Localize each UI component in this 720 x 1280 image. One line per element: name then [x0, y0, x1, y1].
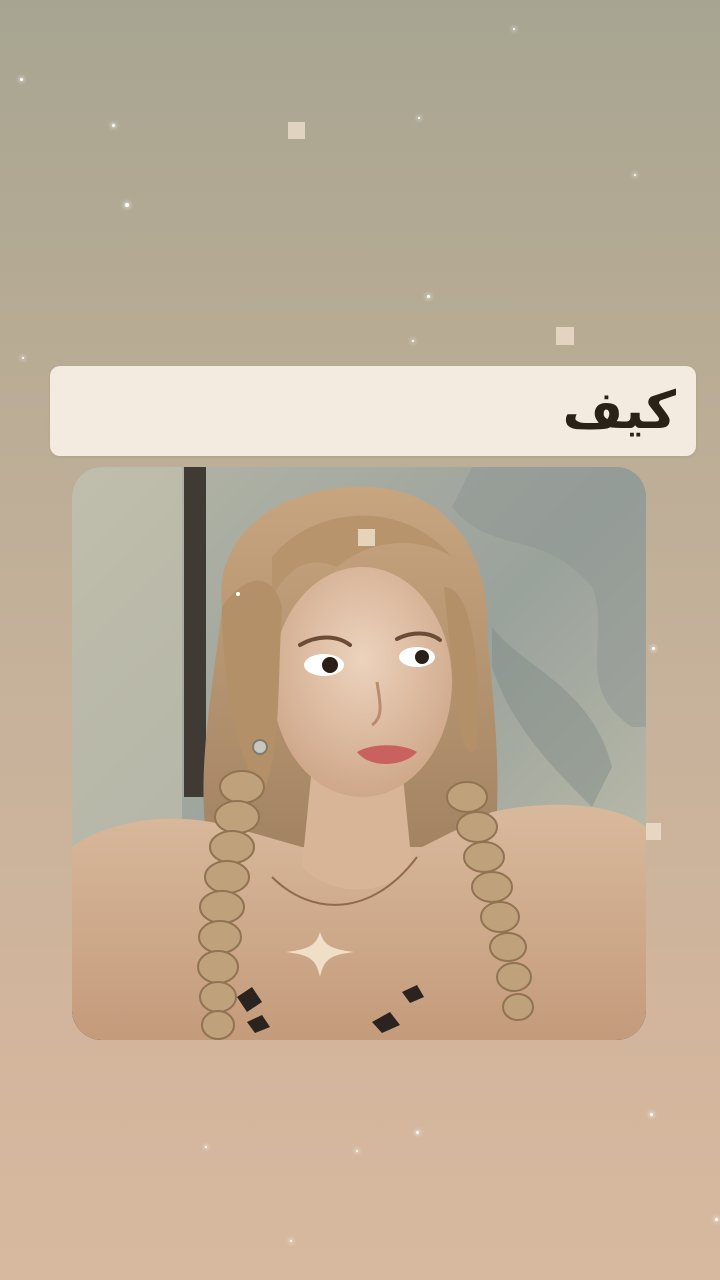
sparkle-icon: [205, 1146, 207, 1148]
floating-square-icon: [288, 122, 305, 139]
sparkle-icon: [412, 340, 414, 342]
sparkle-icon: [20, 78, 23, 81]
sparkle-icon: [652, 647, 655, 650]
sparkle-icon: [290, 1240, 292, 1242]
sparkle-icon: [112, 124, 115, 127]
sparkle-icon: [634, 174, 636, 176]
sparkle-icon: [513, 28, 515, 30]
caption-text: كيف: [562, 381, 676, 441]
portrait-photo: [72, 467, 646, 1040]
sparkle-icon: [356, 1150, 358, 1152]
floating-square-icon: [644, 823, 661, 840]
portrait-illustration: [72, 467, 646, 1040]
sparkle-icon: [418, 117, 420, 119]
sparkle-icon: [715, 1218, 718, 1221]
caption-bar: كيف: [50, 366, 696, 456]
sparkle-icon: [416, 1131, 419, 1134]
floating-square-icon: [556, 327, 574, 345]
sparkle-icon: [22, 357, 24, 359]
sparkle-icon: [427, 295, 430, 298]
sparkle-icon: [650, 1113, 653, 1116]
sparkle-icon: [125, 203, 129, 207]
